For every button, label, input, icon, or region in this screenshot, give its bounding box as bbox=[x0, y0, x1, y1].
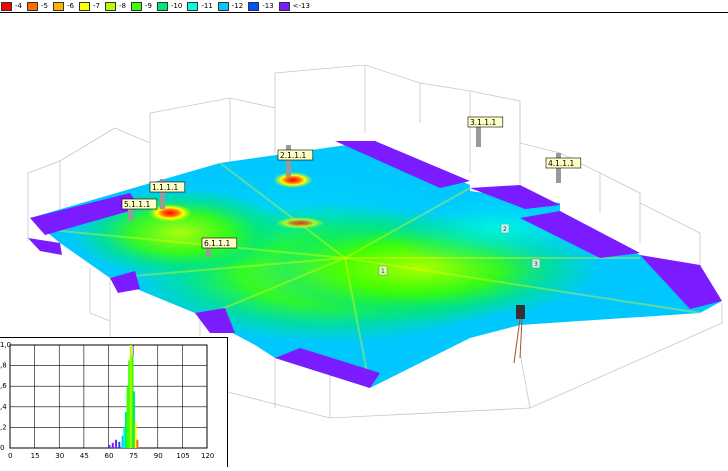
histogram-bar bbox=[111, 442, 114, 448]
legend-entry: -4 bbox=[0, 0, 26, 12]
legend-entry: -5 bbox=[26, 0, 52, 12]
legend-entry: -7 bbox=[78, 0, 104, 12]
marker-label: 1 bbox=[381, 268, 385, 275]
marker-1[interactable]: 1 bbox=[378, 265, 388, 276]
y-tick-label: 1,0 bbox=[0, 341, 11, 349]
x-tick-label: 75 bbox=[129, 452, 138, 460]
legend-swatch bbox=[52, 1, 64, 11]
legend-label: -5 bbox=[40, 2, 48, 10]
y-tick-label: ,8 bbox=[0, 362, 7, 370]
marker-3[interactable]: 3 bbox=[531, 258, 541, 269]
legend-label: -8 bbox=[118, 2, 126, 10]
legend-swatch bbox=[130, 1, 142, 11]
x-tick-label: 60 bbox=[105, 452, 114, 460]
legend-entry: -10 bbox=[156, 0, 186, 12]
signal-histogram: 0 ,2 ,4 ,6 ,8 1,0 0 15 30 45 60 75 90 105 120 bbox=[0, 341, 214, 460]
ap-label-4[interactable]: 4.1.1.1 bbox=[545, 157, 582, 169]
legend-swatch bbox=[248, 1, 260, 11]
histogram-panel: 0 ,2 ,4 ,6 ,8 1,0 0 15 30 45 60 75 90 105 120 bbox=[0, 337, 228, 467]
legend-swatch bbox=[1, 1, 12, 11]
ap-label-text: 3.1.1.1 bbox=[470, 118, 496, 127]
legend-swatch bbox=[217, 1, 229, 11]
ap-label-text: 6.1.1.1 bbox=[204, 239, 230, 248]
ap-label-text: 1.1.1.1 bbox=[152, 183, 178, 192]
legend-label: -12 bbox=[231, 2, 244, 10]
x-tick-label: 45 bbox=[80, 452, 89, 460]
y-tick-label: ,6 bbox=[0, 382, 7, 390]
ap-label-text: 4.1.1.1 bbox=[548, 159, 574, 168]
marker-label: 3 bbox=[534, 261, 538, 268]
marker-label: 2 bbox=[503, 226, 507, 233]
histogram-bar bbox=[136, 439, 139, 448]
legend-label: <-13 bbox=[292, 2, 310, 10]
x-tick-label: 30 bbox=[55, 452, 64, 460]
histogram-bar bbox=[115, 439, 118, 448]
legend-entry: -9 bbox=[130, 0, 156, 12]
ap-label-5[interactable]: 5.1.1.1 bbox=[121, 198, 158, 210]
ap-label-text: 5.1.1.1 bbox=[124, 200, 150, 209]
legend-swatch bbox=[78, 1, 90, 11]
y-tick-label: 0 bbox=[0, 444, 4, 452]
color-legend-bar: -4 -5 -6 -7 -8 -9 -10 -11 -12 -13 <-13 bbox=[0, 0, 728, 13]
legend-label: -9 bbox=[144, 2, 152, 10]
legend-swatch bbox=[187, 1, 199, 11]
legend-label: -4 bbox=[15, 2, 22, 10]
x-tick-label: 0 bbox=[8, 452, 12, 460]
legend-entry: <-13 bbox=[278, 0, 314, 12]
legend-swatch bbox=[156, 1, 168, 11]
legend-swatch bbox=[26, 1, 38, 11]
ap-label-6[interactable]: 6.1.1.1 bbox=[201, 237, 238, 249]
ap-label-text: 2.1.1.1 bbox=[280, 151, 306, 160]
legend-label: -7 bbox=[92, 2, 100, 10]
legend-entry: -11 bbox=[186, 0, 216, 12]
ap-label-2[interactable]: 2.1.1.1 bbox=[277, 149, 314, 161]
y-tick-label: ,2 bbox=[0, 423, 7, 431]
legend-label: -11 bbox=[201, 2, 213, 10]
x-tick-label: 105 bbox=[176, 452, 189, 460]
histogram-bar bbox=[108, 444, 111, 448]
legend-entry: -8 bbox=[104, 0, 130, 12]
legend-entry: -12 bbox=[217, 0, 247, 12]
histogram-bar bbox=[118, 441, 121, 448]
legend-entry: -6 bbox=[52, 0, 78, 12]
marker-2[interactable]: 2 bbox=[500, 223, 510, 234]
legend-entry: -13 bbox=[247, 0, 277, 12]
y-tick-label: ,4 bbox=[0, 403, 7, 411]
legend-swatch bbox=[104, 1, 116, 11]
legend-label: -6 bbox=[66, 2, 74, 10]
legend-label: -10 bbox=[170, 2, 183, 10]
legend-label: -13 bbox=[262, 2, 274, 10]
ap-label-1[interactable]: 1.1.1.1 bbox=[149, 181, 186, 193]
x-tick-label: 15 bbox=[31, 452, 40, 460]
x-tick-label: 120 bbox=[201, 452, 214, 460]
x-tick-label: 90 bbox=[154, 452, 163, 460]
ap-label-3[interactable]: 3.1.1.1 bbox=[467, 116, 504, 128]
legend-swatch bbox=[278, 1, 290, 11]
